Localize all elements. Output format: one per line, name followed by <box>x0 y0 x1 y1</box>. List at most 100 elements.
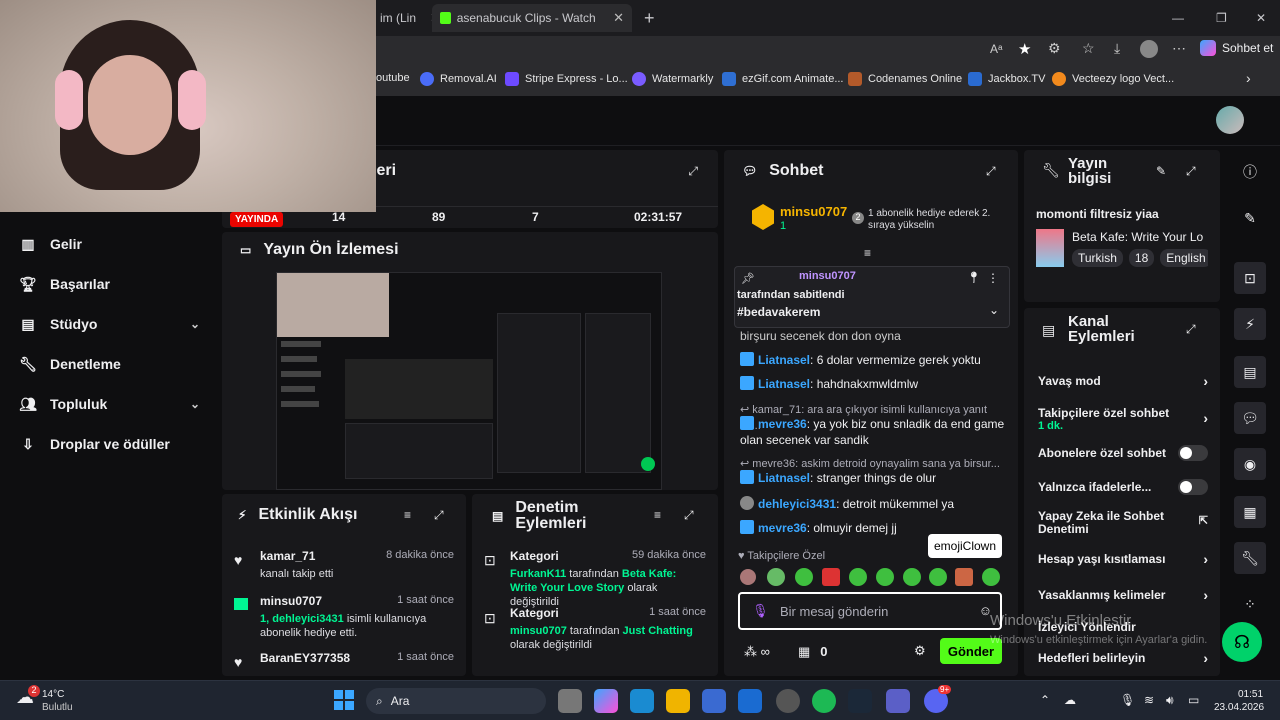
bookmarks-more-icon[interactable]: › <box>1246 70 1251 86</box>
banned-words-row[interactable]: Yasaklanmış kelimeler › <box>1038 587 1208 603</box>
category-name[interactable]: Beta Kafe: Write Your Lo <box>1072 230 1208 244</box>
store-icon[interactable] <box>702 689 726 713</box>
gift-leader-user[interactable]: minsu0707 <box>780 204 847 219</box>
file-explorer-icon[interactable] <box>666 689 690 713</box>
slow-mode-row[interactable]: Yavaş mod › <box>1038 373 1208 389</box>
emote-icon[interactable] <box>982 568 1000 586</box>
popout-icon[interactable]: ⤢ <box>1186 164 1196 179</box>
user-avatar[interactable] <box>1216 106 1244 134</box>
microphone-icon[interactable]: 🎙︎ <box>1120 693 1135 707</box>
emote-icon[interactable] <box>876 568 894 586</box>
sidebar-item-moderation[interactable]: 🔧︎ Denetleme <box>19 356 200 373</box>
broadcast-icon[interactable]: ◉ <box>1234 448 1266 480</box>
sidebar-item-achievements[interactable]: 🏆︎ Başarılar <box>19 276 200 293</box>
emote-icon[interactable] <box>795 568 813 586</box>
support-headset-icon[interactable]: ☊ <box>1222 622 1262 662</box>
filter-icon[interactable]: ≡ <box>404 508 411 522</box>
spotify-icon[interactable] <box>812 689 836 713</box>
bookmark-vecteezy[interactable]: Vecteezy logo Vect... <box>1052 72 1174 86</box>
favorite-star-icon[interactable]: ★ <box>1018 40 1031 58</box>
channel-points-icon[interactable]: ⁂ ∞ <box>744 644 770 660</box>
emote-only-row[interactable]: Yalnızca ifadelerle... <box>1038 479 1208 495</box>
chat-message[interactable]: Liatnasel: hahdnakxmwldmlw <box>740 376 1005 392</box>
sidebar-item-studio[interactable]: ▤ Stüdyo ⌄ <box>20 316 200 333</box>
preview-video[interactable] <box>276 272 662 490</box>
expand-icon[interactable]: ≡ <box>864 246 871 260</box>
more-options-icon[interactable]: ⁘ <box>1234 588 1266 620</box>
browser-tab-active[interactable]: asenabucuk Clips - Watch Live on ✕ <box>432 4 632 32</box>
bookmark-youtube[interactable]: outube <box>376 72 410 84</box>
task-view-icon[interactable] <box>558 689 582 713</box>
subs-only-row[interactable]: Abonelere özel sohbet <box>1038 445 1208 461</box>
teams-icon[interactable] <box>886 689 910 713</box>
copilot-button[interactable]: Sohbet et <box>1200 40 1273 56</box>
close-window-button[interactable]: ✕ <box>1248 4 1274 32</box>
downloads-icon[interactable]: ⤓ <box>1114 40 1120 57</box>
emote-icon[interactable] <box>903 568 921 586</box>
popout-icon[interactable]: ⤢ <box>688 164 698 179</box>
feed-item[interactable]: BaranEY377358 1 saat önce <box>260 651 454 665</box>
emote-icon[interactable] <box>849 568 867 586</box>
maximize-button[interactable]: ❐ <box>1208 4 1235 32</box>
edit-pencil-icon[interactable]: ✎ <box>1234 202 1266 234</box>
chat-message[interactable]: Liatnasel: 6 dolar vermemize gerek yoktu <box>740 352 1005 368</box>
chat-message[interactable]: dehleyici3431: detroit mükemmel ya <box>740 496 1005 512</box>
battery-icon[interactable]: ▭ <box>1188 693 1199 707</box>
edge-icon[interactable] <box>630 689 654 713</box>
popout-icon[interactable]: ⤢ <box>1186 322 1196 337</box>
feed-item[interactable]: kamar_71 8 dakika önce kanalı takip etti <box>260 549 454 581</box>
chevron-down-icon[interactable]: ⌄ <box>989 303 999 317</box>
new-tab-button[interactable]: + <box>636 4 663 32</box>
subs-only-toggle[interactable] <box>1178 445 1208 461</box>
chevron-down-icon[interactable]: ⌄ <box>190 397 200 411</box>
edit-pencil-icon[interactable]: ✎ <box>1156 164 1166 178</box>
tag-chip[interactable]: English <box>1160 249 1208 267</box>
wifi-icon[interactable]: ≋ <box>1144 693 1154 707</box>
sidebar-item-revenue[interactable]: ▥ Gelir <box>20 236 200 253</box>
goals-row[interactable]: Hedefleri belirleyin › <box>1038 650 1208 666</box>
info-icon[interactable]: ⓘ <box>1234 156 1266 188</box>
emote-icon[interactable] <box>740 569 756 585</box>
bookmark-watermarkly[interactable]: Watermarkly <box>632 72 713 86</box>
weather-temp[interactable]: 14°C <box>42 689 64 700</box>
drops-counter[interactable]: ▦ 0 <box>798 644 828 660</box>
mod-action-item[interactable]: Kategori 1 saat önce minsu0707 tarafında… <box>510 606 706 652</box>
more-options-icon[interactable]: ⋮ <box>987 271 999 285</box>
more-menu-icon[interactable]: ⋯ <box>1172 40 1186 57</box>
layout-icon[interactable]: ▦ <box>1234 496 1266 528</box>
wrench-icon[interactable]: 🔧︎ <box>1234 542 1266 574</box>
copilot-icon[interactable] <box>594 689 618 713</box>
popout-icon[interactable]: ⤢ <box>434 508 444 523</box>
extensions-icon[interactable]: ⚙ <box>1048 40 1061 57</box>
sidebar-item-community[interactable]: 👥︎ Topluluk ⌄ <box>19 396 200 413</box>
profile-avatar[interactable] <box>1140 40 1158 58</box>
emoji-clown-icon[interactable] <box>955 568 973 586</box>
popout-icon[interactable]: ⤢ <box>986 164 996 179</box>
clock-time[interactable]: 01:51 <box>1238 689 1263 700</box>
sidebar-item-drops[interactable]: ⇩ Droplar ve ödüller <box>20 436 200 453</box>
minimize-button[interactable]: — <box>1164 4 1192 32</box>
outlook-icon[interactable] <box>738 689 762 713</box>
bookmark-codenames[interactable]: Codenames Online <box>848 72 962 86</box>
bookmark-ezgif[interactable]: ezGif.com Animate... <box>722 72 843 86</box>
popout-icon[interactable]: ⤢ <box>684 508 694 523</box>
bookmark-removal-ai[interactable]: Removal.AI <box>420 72 497 86</box>
steam-icon[interactable] <box>848 689 872 713</box>
emote-icon[interactable] <box>929 568 947 586</box>
microphone-icon[interactable]: 🎙︎ <box>752 603 769 619</box>
lightning-icon[interactable]: ⚡︎ <box>1234 308 1266 340</box>
app-icon[interactable] <box>776 689 800 713</box>
pinned-message[interactable]: 📌︎ minsu0707 tarafından sabitlendi #beda… <box>734 266 1010 328</box>
ai-moderation-row[interactable]: Yapay Zeka ile Sohbet Denetimi ⇱ <box>1038 510 1208 536</box>
chat-message[interactable]: mevre36: ya yok biz onu snladik da end g… <box>740 416 1005 448</box>
chevron-down-icon[interactable]: ⌄ <box>190 317 200 331</box>
emote-only-toggle[interactable] <box>1178 479 1208 495</box>
document-icon[interactable]: ▤ <box>1234 356 1266 388</box>
unpin-icon[interactable]: 📍︎ <box>967 271 981 284</box>
clip-icon[interactable]: ⊡ <box>1234 262 1266 294</box>
tag-chip[interactable]: 18 <box>1128 249 1155 267</box>
followers-only-row[interactable]: Takipçilere özel sohbet 1 dk. › <box>1038 406 1208 432</box>
mod-action-item[interactable]: Kategori 59 dakika önce FurkanK11 tarafı… <box>510 549 706 609</box>
feed-item[interactable]: minsu0707 1 saat önce 1, dehleyici3431 i… <box>260 594 454 640</box>
read-aloud-icon[interactable]: Aᵃ <box>990 42 1002 56</box>
